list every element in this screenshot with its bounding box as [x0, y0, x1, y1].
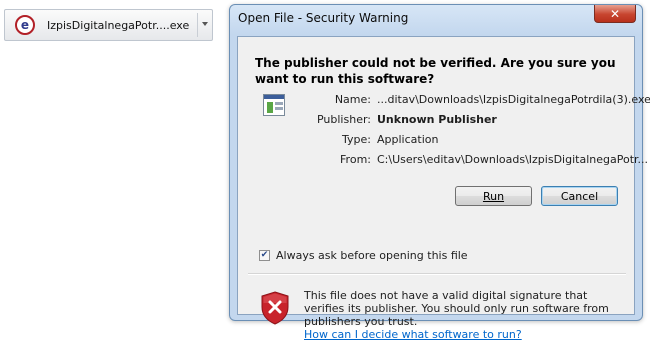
cancel-button-label: Cancel — [560, 189, 599, 203]
dialog-title: Open File - Security Warning — [238, 11, 409, 25]
download-filename: IzpisDigitalnegaPotr....exe — [47, 18, 190, 32]
detail-row-name: Name: ...ditav\Downloads\IzpisDigitalneg… — [286, 93, 650, 109]
always-ask-label: Always ask before opening this file — [276, 249, 468, 262]
name-value: ...ditav\Downloads\IzpisDigitalnegaPotrd… — [377, 93, 650, 106]
name-label: Name: — [334, 93, 371, 106]
warning-shield-icon — [261, 291, 289, 325]
download-item[interactable]: e IzpisDigitalnegaPotr....exe — [4, 9, 213, 41]
run-button-label: Run — [482, 189, 505, 203]
dialog-question: The publisher could not be verified. Are… — [255, 56, 616, 86]
from-label: From: — [340, 153, 371, 166]
type-value: Application — [377, 133, 439, 146]
close-button[interactable]: ✕ — [594, 5, 636, 23]
detail-row-publisher: Publisher: Unknown Publisher — [286, 113, 626, 129]
chevron-down-icon[interactable] — [202, 22, 208, 26]
divider — [248, 273, 626, 275]
help-link[interactable]: How can I decide what software to run? — [304, 328, 522, 341]
from-value: C:\Users\editav\Downloads\IzpisDigitalne… — [377, 153, 649, 166]
publisher-label: Publisher: — [316, 113, 371, 126]
dialog-body: The publisher could not be verified. Are… — [237, 36, 650, 341]
detail-row-from: From: C:\Users\editav\Downloads\IzpisDig… — [286, 153, 648, 169]
type-label: Type: — [342, 133, 371, 146]
ie-download-icon: e — [15, 15, 35, 35]
run-button[interactable]: Run — [455, 186, 532, 206]
download-divider — [197, 13, 198, 37]
cancel-button[interactable]: Cancel — [541, 186, 618, 206]
always-ask-option[interactable]: ✔ Always ask before opening this file — [259, 249, 468, 262]
publisher-value: Unknown Publisher — [377, 113, 497, 126]
close-icon: ✕ — [609, 6, 621, 21]
always-ask-checkbox[interactable]: ✔ — [259, 250, 270, 261]
security-warning-dialog: Open File - Security Warning ✕ The publi… — [229, 4, 650, 341]
warning-message: This file does not have a valid digital … — [304, 289, 624, 341]
application-icon — [263, 94, 285, 116]
warning-text: This file does not have a valid digital … — [304, 289, 609, 328]
detail-row-type: Type: Application — [286, 133, 626, 149]
